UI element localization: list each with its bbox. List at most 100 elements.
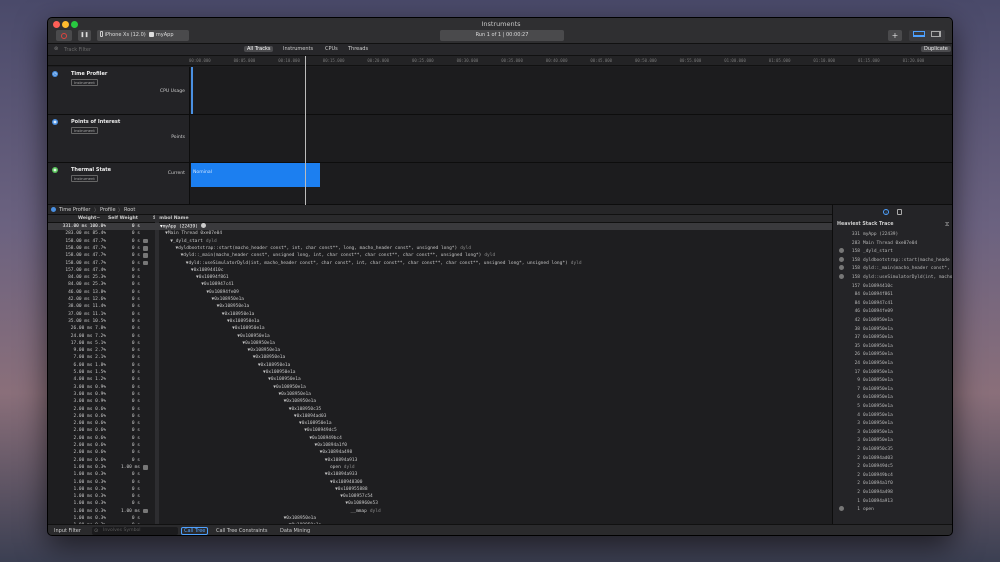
view-toggle[interactable] bbox=[909, 30, 945, 41]
breadcrumb-profile[interactable]: Profile bbox=[100, 207, 116, 213]
heaviest-stack-item[interactable]: 158 dyld::_main(macho_header const*, bbox=[839, 265, 952, 274]
right-pane-icon[interactable] bbox=[930, 31, 941, 37]
focus-arrow-icon[interactable] bbox=[200, 223, 206, 228]
tab-threads[interactable]: Threads bbox=[348, 46, 368, 52]
track-points-of-interest[interactable]: ◉ Points of Interest Instrument Points bbox=[48, 115, 952, 163]
collapse-icon[interactable]: ⧖ bbox=[945, 221, 949, 229]
heaviest-stack-item[interactable]: 157 0x10894410c bbox=[839, 283, 952, 292]
call-tree-row[interactable]: 157.00 ms 47.4% 0 s ▼0x10894410c bbox=[48, 267, 832, 274]
heaviest-stack-item[interactable]: 3 0x108950e1a bbox=[839, 437, 952, 446]
run-selector[interactable]: Run 1 of 1 | 00:00:27 bbox=[440, 30, 564, 41]
call-tree-row[interactable]: 331.00 ms 100.0% 0 s ▼myApp (22439) bbox=[48, 223, 832, 231]
call-tree-row[interactable]: 5.00 ms 1.5% 0 s ▼0x108950e1a bbox=[48, 369, 832, 376]
breadcrumb-root[interactable]: Root bbox=[124, 207, 135, 213]
heaviest-stack-item[interactable]: 331 myApp (22439) bbox=[839, 231, 952, 240]
call-tree-row[interactable]: 35.00 ms 10.5% 0 s ▼0x108950e1a bbox=[48, 318, 832, 325]
call-tree-row[interactable]: 84.00 ms 25.3% 0 s ▼0x108947c41 bbox=[48, 281, 832, 288]
call-tree-row[interactable]: 46.00 ms 13.8% 0 s ▼0x10894fe09 bbox=[48, 289, 832, 296]
heaviest-stack-item[interactable]: 38 0x108950e1a bbox=[839, 326, 952, 335]
heaviest-stack-item[interactable]: 26 0x108950e1a bbox=[839, 351, 952, 360]
tab-data-mining[interactable]: Data Mining bbox=[280, 528, 310, 534]
track-thermal-state[interactable]: ◉ Thermal State Instrument Current Nomin… bbox=[48, 163, 952, 205]
column-weight[interactable]: Weight~ bbox=[78, 216, 100, 221]
call-tree-row[interactable]: 1.00 ms 0.3% 0 s ▼0x10894a933 bbox=[48, 471, 832, 478]
call-tree-row[interactable]: 1.00 ms 0.3% 1.00 ms open dyld bbox=[48, 464, 832, 471]
call-tree-row[interactable]: 1.00 ms 0.3% 0 s ▼0x108950e1a bbox=[48, 515, 832, 522]
duplicate-button[interactable]: Duplicate bbox=[921, 45, 951, 52]
call-tree-row[interactable]: 3.00 ms 0.9% 0 s ▼0x108950e1a bbox=[48, 384, 832, 391]
call-tree-row[interactable]: 37.00 ms 11.1% 0 s ▼0x108950e1a bbox=[48, 311, 832, 318]
track-time-profiler[interactable]: ◷ Time Profiler Instrument CPU Usage bbox=[48, 67, 952, 115]
call-tree-row[interactable]: 1.00 ms 0.3% 0 s ▼0x108948300 bbox=[48, 479, 832, 486]
add-instrument-button[interactable]: + bbox=[888, 30, 902, 41]
input-filter-label[interactable]: Input Filter bbox=[54, 528, 81, 534]
heaviest-stack-item[interactable]: 2 0x108949dc5 bbox=[839, 463, 952, 472]
call-tree-row[interactable]: 3.00 ms 0.9% 0 s ▼0x108950e1a bbox=[48, 391, 832, 398]
timeline-ruler[interactable]: 00:00.000 00:05.000 00:10.000 00:15.000 00:2… bbox=[48, 56, 952, 66]
info-icon[interactable]: i bbox=[883, 209, 889, 215]
call-tree-row[interactable]: 2.00 ms 0.6% 0 s ▼0x10894a498 bbox=[48, 449, 832, 456]
call-tree-row[interactable]: 1.00 ms 0.3% 0 s ▼0x108960e53 bbox=[48, 500, 832, 507]
call-tree-row[interactable]: 283.00 ms 85.4% 0 s ▼Main Thread 0xe07e04 bbox=[48, 230, 832, 237]
heaviest-stack-item[interactable]: 3 0x108950e1a bbox=[839, 429, 952, 438]
document-icon[interactable] bbox=[897, 209, 902, 215]
call-tree-row[interactable]: 7.00 ms 2.1% 0 s ▼0x108950e1a bbox=[48, 354, 832, 361]
call-tree-row[interactable]: 24.00 ms 7.2% 0 s ▼0x108950e1a bbox=[48, 333, 832, 340]
pause-button[interactable]: ❚❚ bbox=[78, 30, 91, 41]
track-header-thermal-state[interactable]: ◉ Thermal State Instrument Current bbox=[48, 163, 190, 204]
heaviest-stack-item[interactable]: 283 Main Thread 0xe07e04 bbox=[839, 240, 952, 249]
call-tree-row[interactable]: 4.00 ms 1.2% 0 s ▼0x108950e1a bbox=[48, 376, 832, 383]
heaviest-stack-item[interactable]: 17 0x108950e1a bbox=[839, 369, 952, 378]
call-tree-row[interactable]: 2.00 ms 0.6% 0 s ▼0x108949dc5 bbox=[48, 427, 832, 434]
tab-call-tree[interactable]: Call Tree bbox=[181, 527, 209, 535]
call-tree-row[interactable]: 2.00 ms 0.6% 0 s ▼0x10894a913 bbox=[48, 457, 832, 464]
device-selector[interactable]: iPhone Xs (12.0) myApp bbox=[97, 30, 189, 41]
call-tree-row[interactable]: 26.00 ms 7.8% 0 s ▼0x108950e1a bbox=[48, 325, 832, 332]
call-tree-row[interactable]: 2.00 ms 0.6% 0 s ▼0x108950e1a bbox=[48, 420, 832, 427]
bottom-pane-icon[interactable] bbox=[913, 31, 926, 37]
tab-instruments[interactable]: Instruments bbox=[283, 46, 313, 52]
heaviest-stack-item[interactable]: 9 0x108950e1a bbox=[839, 377, 952, 386]
call-tree-row[interactable]: 1.00 ms 0.3% 0 s ▼0x108957c54 bbox=[48, 493, 832, 500]
call-tree-row[interactable]: 1.00 ms 0.3% 1.00 ms __mmap dyld bbox=[48, 508, 832, 515]
heaviest-stack-item[interactable]: 2 0x10894a1f0 bbox=[839, 480, 952, 489]
heaviest-stack-item[interactable]: 37 0x108950e1a bbox=[839, 334, 952, 343]
column-self-weight[interactable]: Self Weight bbox=[108, 216, 138, 221]
heaviest-stack-item[interactable]: 2 0x10894a498 bbox=[839, 489, 952, 498]
track-header-time-profiler[interactable]: ◷ Time Profiler Instrument CPU Usage bbox=[48, 67, 190, 114]
heaviest-stack-item[interactable]: 4 0x108950e1a bbox=[839, 412, 952, 421]
call-tree-row[interactable]: 42.00 ms 12.6% 0 s ▼0x108950e1a bbox=[48, 296, 832, 303]
call-tree-row[interactable]: 2.00 ms 0.6% 0 s ▼0x10894a1f0 bbox=[48, 442, 832, 449]
call-tree-row[interactable]: 3.00 ms 0.9% 0 s ▼0x108950e1a bbox=[48, 398, 832, 405]
heaviest-stack-item[interactable]: 35 0x108950e1a bbox=[839, 343, 952, 352]
involves-symbol-input[interactable]: ⊙ Involves Symbol bbox=[92, 527, 178, 535]
breadcrumb-time-profiler[interactable]: Time Profiler bbox=[59, 207, 90, 213]
heaviest-stack-item[interactable]: 3 0x108950e1a bbox=[839, 420, 952, 429]
heaviest-stack-item[interactable]: 84 0x10894f861 bbox=[839, 291, 952, 300]
heaviest-stack-item[interactable]: 84 0x108947c41 bbox=[839, 300, 952, 309]
call-tree-row[interactable]: 9.00 ms 2.7% 0 s ▼0x108950e1a bbox=[48, 347, 832, 354]
call-tree-row[interactable]: 158.00 ms 47.7% 0 s ▼dyld::useSimulatorDyl… bbox=[48, 260, 832, 267]
call-tree-row[interactable]: 84.00 ms 25.3% 0 s ▼0x10894f861 bbox=[48, 274, 832, 281]
record-button[interactable] bbox=[56, 30, 72, 41]
heaviest-stack-item[interactable]: 2 0x10894ad03 bbox=[839, 455, 952, 464]
call-tree-row[interactable]: 6.00 ms 1.8% 0 s ▼0x108950e1a bbox=[48, 362, 832, 369]
call-tree-row[interactable]: 38.00 ms 11.4% 0 s ▼0x108950e1a bbox=[48, 303, 832, 310]
call-tree-row[interactable]: 158.00 ms 47.7% 0 s ▼_dyld_start dyld bbox=[48, 238, 832, 245]
track-header-points-of-interest[interactable]: ◉ Points of Interest Instrument Points bbox=[48, 115, 190, 162]
heaviest-stack-item[interactable]: 158 _dyld_start bbox=[839, 248, 952, 257]
call-tree-row[interactable]: 2.00 ms 0.6% 0 s ▼0x108950c35 bbox=[48, 406, 832, 413]
heaviest-stack-item[interactable]: 2 0x108950c35 bbox=[839, 446, 952, 455]
call-tree-row[interactable]: 17.00 ms 5.1% 0 s ▼0x108950e1a bbox=[48, 340, 832, 347]
heaviest-stack-item[interactable]: 46 0x10894fe09 bbox=[839, 308, 952, 317]
tab-call-tree-constraints[interactable]: Call Tree Constraints bbox=[216, 528, 267, 534]
heaviest-stack-item[interactable]: 2 0x108949bc4 bbox=[839, 472, 952, 481]
call-tree-row[interactable]: 2.00 ms 0.6% 0 s ▼0x108949bc4 bbox=[48, 435, 832, 442]
tab-cpus[interactable]: CPUs bbox=[325, 46, 338, 52]
heaviest-stack-item[interactable]: 42 0x108950e1a bbox=[839, 317, 952, 326]
heaviest-stack-item[interactable]: 24 0x108950e1a bbox=[839, 360, 952, 369]
heaviest-stack-item[interactable]: 158 dyld::useSimulatorDyld(int, macho bbox=[839, 274, 952, 283]
heaviest-stack-item[interactable]: 158 dyldbootstrap::start(macho_heade bbox=[839, 256, 952, 266]
call-tree-row[interactable]: 158.00 ms 47.7% 0 s ▼dyldbootstrap::start(… bbox=[48, 245, 832, 252]
heaviest-stack-item[interactable]: 1 open bbox=[839, 506, 952, 515]
